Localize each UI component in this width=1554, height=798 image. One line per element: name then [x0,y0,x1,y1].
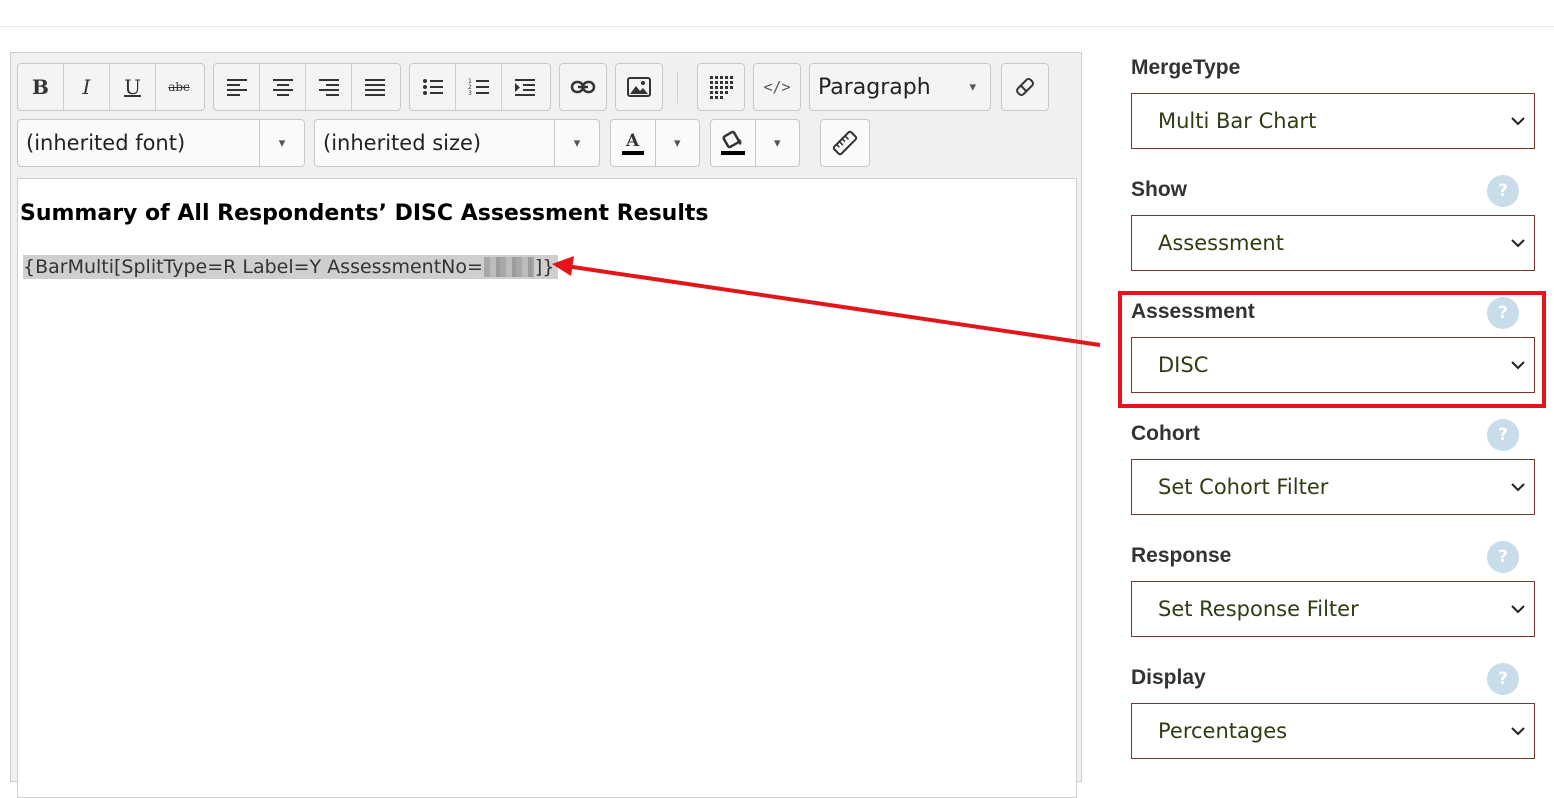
font-size-dropdown-button[interactable]: ▾ [554,120,599,166]
eraser-group [1001,63,1049,111]
align-justify-icon[interactable] [352,64,398,110]
text-color-split-button: A ▾ [610,119,700,167]
indent-icon[interactable] [502,64,548,110]
show-select[interactable]: Assessment [1131,215,1535,271]
svg-text:A: A [625,131,640,151]
source-code-icon[interactable]: </> [754,64,800,110]
chevron-down-icon: ▾ [573,135,581,151]
chevron-down-icon [1511,361,1525,370]
text-color-dropdown-button[interactable]: ▾ [656,120,700,166]
rich-text-editor: B I U abc 123 </> Paragraph ▾ (inherited… [10,52,1082,798]
cohort-select[interactable]: Set Cohort Filter [1131,459,1535,515]
font-size-value: (inherited size) [323,131,482,155]
align-left-icon[interactable] [214,64,260,110]
underline-button[interactable]: U [110,64,156,110]
align-right-icon[interactable] [306,64,352,110]
display-help-icon[interactable]: ? [1487,663,1519,695]
svg-text:3: 3 [468,90,472,96]
toolbar-separator [677,71,678,103]
chevron-down-icon: ▾ [773,135,781,151]
chevron-down-icon: ▾ [969,79,976,95]
table-group [697,63,745,111]
mergetype-select[interactable]: Multi Bar Chart [1131,93,1535,149]
show-label: Show [1131,178,1187,201]
code-group: </> [753,63,801,111]
font-family-dropdown-button[interactable]: ▾ [259,120,304,166]
assessment-help-icon[interactable]: ? [1487,297,1519,329]
display-label: Display [1131,666,1206,689]
bold-button[interactable]: B [18,64,64,110]
merge-code-text: {BarMulti[SplitType=R Label=Y Assessment… [23,256,483,278]
content-heading: Summary of All Respondents’ DISC Assessm… [20,201,709,226]
assessment-label: Assessment [1131,300,1255,323]
align-center-icon[interactable] [260,64,306,110]
chevron-down-icon [1511,483,1525,492]
cohort-help-icon[interactable]: ? [1487,419,1519,451]
link-group [559,63,607,111]
response-help-icon[interactable]: ? [1487,541,1519,573]
response-label: Response [1131,544,1232,567]
paint-bucket-icon[interactable] [711,120,756,166]
paragraph-format-value: Paragraph [818,74,931,100]
merge-field-code[interactable]: {BarMulti[SplitType=R Label=Y Assessment… [23,255,559,279]
chevron-down-icon [1511,605,1525,614]
show-help-icon[interactable]: ? [1487,175,1519,207]
table-grid-icon[interactable] [698,64,744,110]
font-size-select[interactable]: (inherited size) ▾ [314,119,600,167]
strikethrough-button[interactable]: abc [156,64,202,110]
cohort-label: Cohort [1131,422,1200,445]
italic-button[interactable]: I [64,64,110,110]
display-value: Percentages [1158,719,1288,743]
display-select[interactable]: Percentages [1131,703,1535,759]
chevron-down-icon [1511,117,1525,126]
assessment-select[interactable]: DISC [1131,337,1535,393]
background-color-split-button: ▾ [710,119,800,167]
paragraph-format-select[interactable]: Paragraph ▾ [809,63,991,111]
chevron-down-icon: ▾ [278,135,286,151]
image-icon[interactable] [616,64,662,110]
image-group [615,63,663,111]
ruler-group [820,119,870,167]
numbered-list-icon[interactable]: 123 [456,64,502,110]
eraser-icon[interactable] [1002,64,1048,110]
alignment-group [213,63,401,111]
chevron-down-icon: ▾ [673,135,681,151]
editor-content-area[interactable]: Summary of All Respondents’ DISC Assessm… [17,178,1077,798]
redacted-assessment-number [483,257,534,277]
show-value: Assessment [1158,231,1284,255]
list-group: 123 [409,63,551,111]
font-family-select[interactable]: (inherited font) ▾ [17,119,305,167]
chevron-down-icon [1511,727,1525,736]
link-icon[interactable] [560,64,606,110]
background-color-dropdown-button[interactable]: ▾ [756,120,800,166]
merge-code-closing: ]} [534,256,555,278]
ruler-icon[interactable] [821,120,869,166]
chevron-down-icon [1511,239,1525,248]
assessment-value: DISC [1158,353,1209,377]
merge-settings-panel: MergeType Multi Bar Chart Show ? Assessm… [1131,0,1535,773]
text-style-group: B I U abc [17,63,205,111]
mergetype-label: MergeType [1131,56,1241,79]
cohort-value: Set Cohort Filter [1158,475,1329,499]
response-select[interactable]: Set Response Filter [1131,581,1535,637]
response-value: Set Response Filter [1158,597,1359,621]
font-family-value: (inherited font) [26,131,186,155]
bullet-list-icon[interactable] [410,64,456,110]
mergetype-value: Multi Bar Chart [1158,109,1317,133]
text-color-button[interactable]: A [611,120,656,166]
